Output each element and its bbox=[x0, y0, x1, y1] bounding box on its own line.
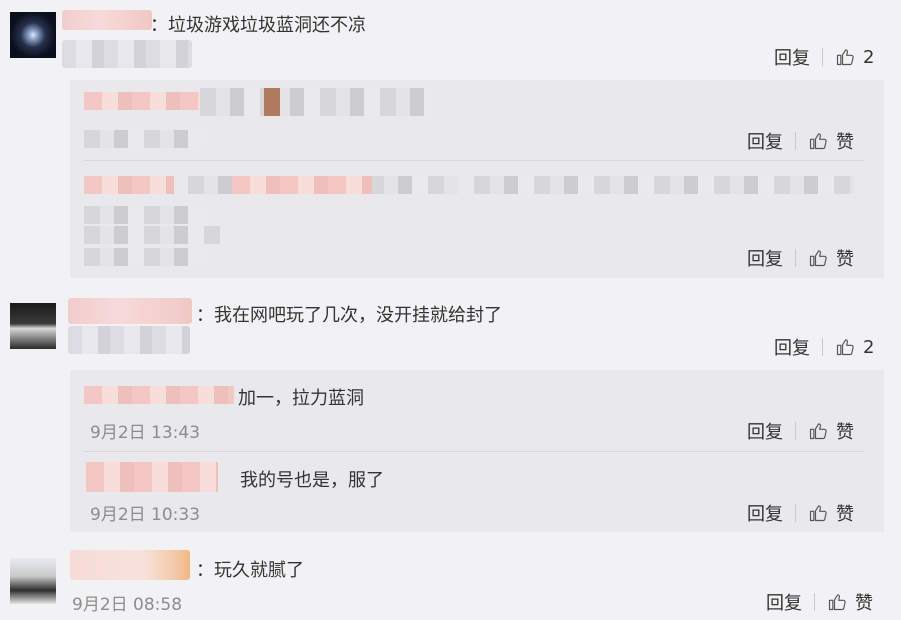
thumbs-up-icon[interactable] bbox=[808, 503, 828, 523]
thumbs-up-icon[interactable] bbox=[808, 421, 828, 441]
reply-actions: 回复 赞 bbox=[747, 128, 854, 154]
thumbs-up-icon[interactable] bbox=[808, 248, 828, 268]
username-blurred[interactable] bbox=[70, 550, 190, 580]
action-divider bbox=[822, 48, 823, 66]
thumbs-up-icon[interactable] bbox=[808, 131, 828, 151]
avatar[interactable] bbox=[10, 12, 56, 58]
reply-button[interactable]: 回复 bbox=[747, 500, 783, 526]
reply-button[interactable]: 回复 bbox=[747, 128, 783, 154]
avatar[interactable] bbox=[10, 558, 56, 604]
action-divider bbox=[822, 338, 823, 356]
action-divider bbox=[795, 249, 796, 267]
like-count[interactable]: 2 bbox=[863, 47, 874, 68]
like-button[interactable]: 赞 bbox=[836, 245, 854, 271]
reply-text-blurred bbox=[84, 206, 204, 224]
reply-actions: 回复 赞 bbox=[747, 500, 854, 526]
blur-accent bbox=[264, 88, 280, 116]
username-blurred[interactable] bbox=[62, 10, 152, 30]
reply-button[interactable]: 回复 bbox=[774, 44, 810, 70]
reply-button[interactable]: 回复 bbox=[774, 334, 810, 360]
comment-actions: 回复 赞 bbox=[766, 589, 873, 615]
action-divider bbox=[795, 132, 796, 150]
reply-date-blurred bbox=[84, 130, 204, 148]
action-divider bbox=[795, 422, 796, 440]
reply-username-blurred[interactable] bbox=[84, 386, 234, 404]
reply-text-blurred bbox=[84, 226, 220, 244]
reply-username-blurred[interactable] bbox=[84, 92, 204, 110]
reply-divider bbox=[84, 451, 864, 452]
thumbs-up-icon[interactable] bbox=[835, 47, 855, 67]
thumbs-up-icon[interactable] bbox=[835, 337, 855, 357]
username-blurred[interactable] bbox=[68, 298, 192, 324]
comment-text: ：我在网吧玩了几次，没开挂就给封了 bbox=[196, 305, 502, 326]
like-button[interactable]: 赞 bbox=[836, 128, 854, 154]
like-button[interactable]: 赞 bbox=[855, 589, 873, 615]
reply-username-blurred[interactable] bbox=[84, 176, 174, 194]
reply-text: 加一，拉力蓝洞 bbox=[238, 388, 364, 409]
reply-username-blurred[interactable] bbox=[86, 462, 218, 492]
reply-text-blurred bbox=[200, 88, 430, 116]
date-blurred bbox=[68, 326, 190, 354]
comment-text: ：垃圾游戏垃圾蓝洞还不凉 bbox=[150, 15, 366, 36]
reply-button[interactable]: 回复 bbox=[747, 245, 783, 271]
reply-date-blurred bbox=[84, 248, 204, 266]
reply-text: 我的号也是，服了 bbox=[240, 470, 384, 491]
comment-text: ：玩久就腻了 bbox=[196, 560, 304, 581]
reply-actions: 回复 赞 bbox=[747, 245, 854, 271]
like-button[interactable]: 赞 bbox=[836, 418, 854, 444]
action-divider bbox=[795, 504, 796, 522]
reply-text-blurred bbox=[474, 176, 854, 194]
comment-date: 9月2日 08:58 bbox=[72, 595, 183, 615]
date-blurred bbox=[62, 40, 192, 68]
reply-button[interactable]: 回复 bbox=[766, 589, 802, 615]
like-button[interactable]: 赞 bbox=[836, 500, 854, 526]
reply-divider bbox=[84, 160, 864, 161]
reply-actions: 回复 赞 bbox=[747, 418, 854, 444]
action-divider bbox=[814, 593, 815, 611]
comment-actions: 回复 2 bbox=[774, 334, 874, 360]
reply-date: 9月2日 13:43 bbox=[90, 423, 201, 443]
comment-actions: 回复 2 bbox=[774, 44, 874, 70]
avatar[interactable] bbox=[10, 303, 56, 349]
reply-date: 9月2日 10:33 bbox=[90, 505, 201, 525]
blur-pink-segment bbox=[232, 176, 372, 194]
thumbs-up-icon[interactable] bbox=[827, 592, 847, 612]
like-count[interactable]: 2 bbox=[863, 337, 874, 358]
reply-button[interactable]: 回复 bbox=[747, 418, 783, 444]
